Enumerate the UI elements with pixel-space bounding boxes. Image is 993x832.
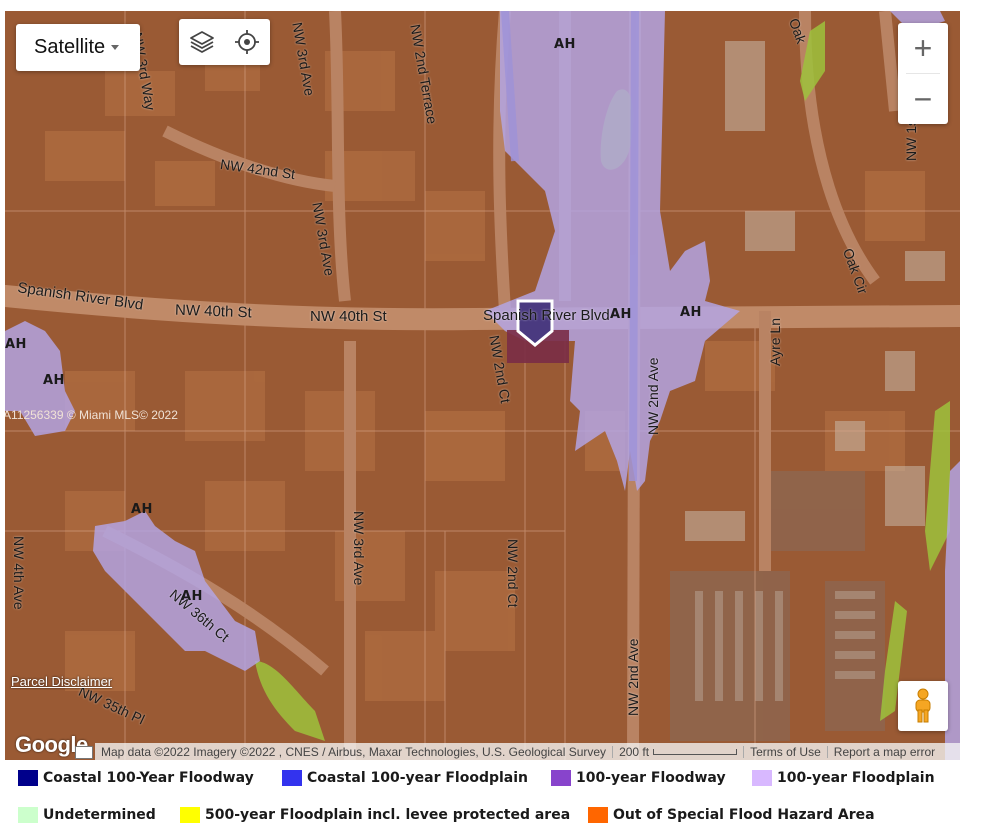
legend-item: 100-year Floodplain — [752, 770, 935, 786]
flood-zone-label: AH — [43, 373, 65, 388]
street-label: NW 2nd Ave — [625, 638, 641, 716]
street-label: NW 2nd Ave — [645, 357, 661, 435]
legend-swatch — [18, 807, 38, 823]
map-data-attribution: Map data ©2022 Imagery ©2022 , CNES / Ai… — [101, 744, 607, 759]
zoom-out-button[interactable]: − — [898, 74, 948, 124]
mls-watermark: A11256339 © Miami MLS© 2022 — [5, 408, 178, 422]
report-map-error-link[interactable]: Report a map error — [828, 745, 941, 759]
street-label: NW 4th Ave — [11, 536, 27, 610]
legend-item: 500-year Floodplain incl. levee protecte… — [180, 807, 570, 823]
map-canvas[interactable]: NW 3rd Way NW 3rd Ave NW 2nd Terrace NW … — [5, 11, 960, 760]
flood-zone-label: AH — [554, 37, 576, 52]
legend-label: Out of Special Flood Hazard Area — [613, 807, 875, 823]
satellite-imagery — [5, 11, 960, 760]
chevron-down-icon — [111, 45, 120, 50]
pegman-icon[interactable] — [898, 681, 948, 731]
zoom-control: + − — [898, 23, 948, 124]
crosshair-icon[interactable] — [234, 29, 260, 55]
street-label: NW 40th St — [174, 301, 252, 322]
legend-swatch — [752, 770, 772, 786]
keyboard-icon[interactable] — [75, 746, 93, 759]
flood-zone-legend: Coastal 100-Year Floodway Coastal 100-ye… — [0, 761, 993, 832]
street-label: NW 40th St — [310, 308, 387, 325]
scale-label: 200 ft — [619, 744, 650, 759]
street-label: NW 3rd Ave — [351, 511, 367, 586]
legend-item: Coastal 100-year Floodplain — [282, 770, 528, 786]
map-type-label: Satellite — [34, 36, 106, 58]
street-label: NW 2nd Ct — [505, 539, 521, 608]
map-tools — [179, 19, 270, 65]
legend-swatch — [588, 807, 608, 823]
street-label: Spanish River Blvd — [483, 307, 610, 324]
legend-swatch — [282, 770, 302, 786]
legend-swatch — [18, 770, 38, 786]
legend-label: Coastal 100-year Floodplain — [307, 770, 529, 786]
flood-zone-label: AH — [610, 307, 632, 322]
flood-zone-label: AH — [680, 305, 702, 320]
legend-item: Coastal 100-Year Floodway — [18, 770, 254, 786]
legend-label: Undetermined — [43, 807, 156, 823]
parcel-disclaimer-link[interactable]: Parcel Disclaimer — [11, 674, 112, 689]
legend-swatch — [551, 770, 571, 786]
flood-zone-label: AH — [131, 502, 153, 517]
attribution-bar: Map data ©2022 Imagery ©2022 , CNES / Ai… — [95, 743, 960, 760]
legend-item: Out of Special Flood Hazard Area — [588, 807, 875, 823]
legend-item: Undetermined — [18, 807, 156, 823]
flood-zone-label: AH — [5, 337, 27, 352]
map-type-dropdown[interactable]: Satellite — [16, 24, 140, 71]
scale-indicator: 200 ft — [613, 745, 743, 759]
flood-zone-label: AH — [181, 589, 203, 604]
legend-label: 100-year Floodway — [576, 770, 726, 786]
legend-label: 500-year Floodplain incl. levee protecte… — [205, 807, 571, 823]
street-label: Ayre Ln — [767, 318, 783, 366]
legend-label: Coastal 100-Year Floodway — [43, 770, 254, 786]
legend-swatch — [180, 807, 200, 823]
terms-of-use-link[interactable]: Terms of Use — [744, 745, 827, 759]
layers-icon[interactable] — [189, 29, 215, 55]
legend-label: 100-year Floodplain — [777, 770, 935, 786]
zoom-in-button[interactable]: + — [898, 23, 948, 73]
legend-item: 100-year Floodway — [551, 770, 726, 786]
scale-bar — [653, 749, 738, 756]
